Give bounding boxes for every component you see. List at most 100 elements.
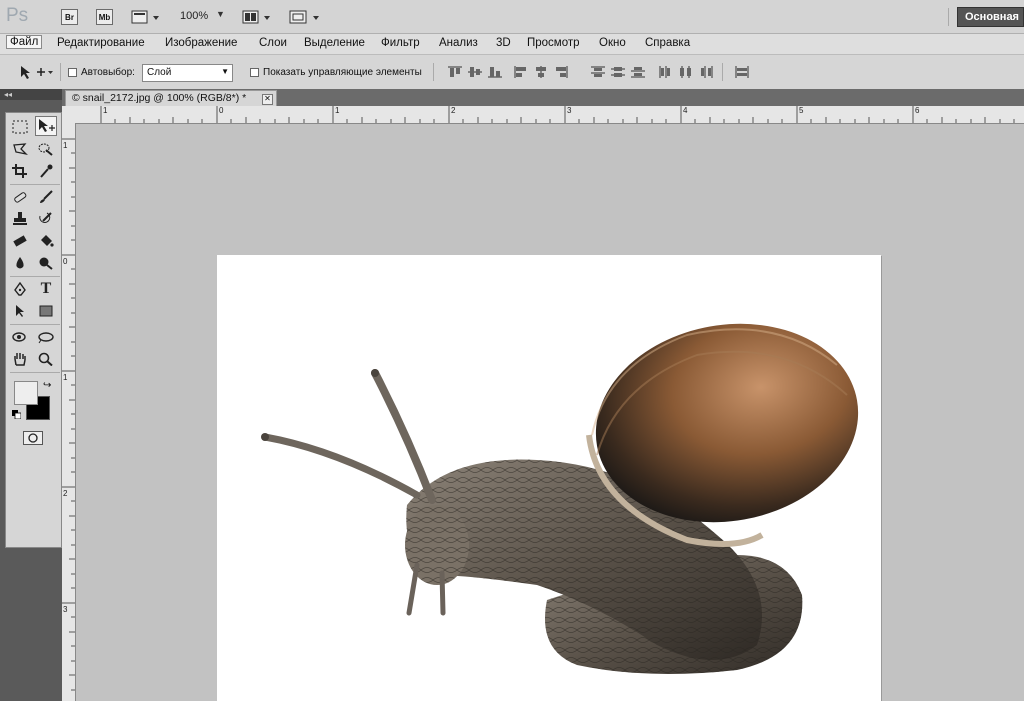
- history-brush-tool[interactable]: [35, 209, 57, 229]
- menu-image[interactable]: Изображение: [165, 37, 237, 49]
- align-left-icon[interactable]: [513, 65, 529, 79]
- align-right-icon[interactable]: [553, 65, 569, 79]
- auto-align-layers-icon[interactable]: [734, 65, 750, 79]
- bridge-button[interactable]: Br: [61, 9, 78, 25]
- tool-separator: [10, 184, 60, 185]
- dodge-tool[interactable]: [35, 253, 57, 273]
- paint-bucket-tool[interactable]: [35, 231, 57, 251]
- clone-stamp-tool[interactable]: [9, 209, 31, 229]
- rect-marquee-icon: [12, 120, 28, 134]
- ruler-label: 1: [103, 106, 108, 115]
- menu-view[interactable]: Просмотр: [527, 37, 580, 49]
- vertical-ruler[interactable]: 1 0 1 2 3: [62, 123, 76, 701]
- ruler-label: 6: [915, 106, 920, 115]
- 3d-orbit-tool[interactable]: [35, 327, 57, 347]
- align-vertical-center-icon[interactable]: [467, 65, 483, 79]
- tool-separator: [10, 324, 60, 325]
- distribute-right-icon[interactable]: [698, 65, 714, 79]
- menu-edit[interactable]: Редактирование: [57, 37, 145, 49]
- paint-bucket-icon: [41, 235, 54, 247]
- ruler-label: 4: [683, 106, 688, 115]
- workspace-switcher[interactable]: Основная: [957, 7, 1024, 27]
- document-canvas[interactable]: [217, 255, 881, 701]
- menu-layers[interactable]: Слои: [259, 37, 287, 49]
- lasso-tool[interactable]: [9, 139, 31, 159]
- mini-bridge-button[interactable]: Mb: [96, 9, 113, 25]
- quick-mask-button[interactable]: [23, 431, 43, 445]
- healing-brush-tool[interactable]: [9, 187, 31, 207]
- distribute-top-icon[interactable]: [590, 65, 606, 79]
- zoom-magnifier-icon: [38, 352, 53, 366]
- tool-separator: [10, 372, 60, 373]
- arrange-documents-icon: [242, 10, 270, 24]
- ruler-label: 2: [63, 489, 68, 498]
- quick-selection-tool[interactable]: [35, 139, 57, 159]
- screen-mode-button[interactable]: [288, 9, 322, 25]
- marquee-tool[interactable]: [9, 117, 31, 137]
- move-icon: [39, 119, 55, 132]
- menu-analysis[interactable]: Анализ: [439, 37, 478, 49]
- distribute-left-icon[interactable]: [658, 65, 674, 79]
- crop-icon: [12, 164, 27, 178]
- document-tab-bar: © snail_2172.jpg @ 100% (RGB/8*) * ✕: [62, 89, 1024, 106]
- 3d-rotate-icon: [12, 332, 26, 342]
- menu-window[interactable]: Окно: [599, 37, 626, 49]
- distribute-vertical-center-icon[interactable]: [610, 65, 626, 79]
- menu-bar: Файл Редактирование Изображение Слои Выд…: [0, 34, 1024, 55]
- rectangle-shape-icon: [39, 305, 53, 317]
- eraser-tool[interactable]: [9, 231, 31, 251]
- healing-brush-icon: [14, 192, 27, 203]
- close-icon[interactable]: ✕: [262, 94, 273, 105]
- eyedropper-tool[interactable]: [35, 161, 57, 181]
- menu-help[interactable]: Справка: [645, 37, 690, 49]
- align-top-icon[interactable]: [447, 65, 463, 79]
- collapse-panel-button[interactable]: ◂◂: [0, 89, 62, 100]
- menu-3d[interactable]: 3D: [496, 37, 511, 49]
- hand-tool[interactable]: [9, 349, 31, 369]
- auto-select-checkbox[interactable]: [68, 68, 77, 77]
- tool-preset-picker[interactable]: [18, 64, 54, 80]
- options-separator-3: [722, 63, 723, 81]
- blur-tool[interactable]: [9, 253, 31, 273]
- quick-selection-icon: [38, 143, 53, 156]
- view-extras-button[interactable]: [131, 9, 163, 25]
- default-colors-icon[interactable]: [12, 410, 22, 420]
- 3d-rotate-tool[interactable]: [9, 327, 31, 347]
- path-selection-icon: [16, 305, 24, 317]
- zoom-level[interactable]: 100%: [180, 10, 208, 22]
- distribute-horizontal-center-icon[interactable]: [678, 65, 694, 79]
- toolbox: T ↪: [5, 112, 62, 548]
- pen-tool[interactable]: [9, 279, 31, 299]
- auto-select-value: Слой: [147, 67, 172, 78]
- auto-select-dropdown[interactable]: Слой ▼: [142, 64, 233, 82]
- zoom-tool[interactable]: [35, 349, 57, 369]
- swap-colors-icon[interactable]: ↪: [43, 380, 51, 391]
- tool-separator: [10, 276, 60, 277]
- align-horizontal-center-icon[interactable]: [533, 65, 549, 79]
- arrange-documents-button[interactable]: [242, 9, 274, 25]
- menu-select[interactable]: Выделение: [304, 37, 365, 49]
- brush-tool[interactable]: [35, 187, 57, 207]
- type-tool[interactable]: T: [35, 279, 57, 299]
- crop-tool[interactable]: [9, 161, 31, 181]
- foreground-color-swatch[interactable]: [14, 381, 38, 405]
- path-selection-tool[interactable]: [9, 301, 31, 321]
- zoom-dropdown-arrow[interactable]: ▼: [216, 9, 225, 19]
- move-tool[interactable]: [35, 116, 57, 136]
- align-bottom-icon[interactable]: [487, 65, 503, 79]
- tools-panel: ◂◂ T ↪: [0, 89, 62, 701]
- horizontal-ruler-ticks: [100, 106, 1015, 123]
- menu-filter[interactable]: Фильтр: [381, 37, 420, 49]
- rectangle-tool[interactable]: [35, 301, 57, 321]
- show-controls-checkbox[interactable]: [250, 68, 259, 77]
- ruler-label: 2: [451, 106, 456, 115]
- menu-file[interactable]: Файл: [6, 35, 43, 49]
- options-separator-2: [433, 63, 434, 81]
- distribute-bottom-icon[interactable]: [630, 65, 646, 79]
- horizontal-ruler[interactable]: 1 0 1 2 3 4 5 6: [62, 106, 1024, 124]
- vertical-ruler-ticks: [62, 138, 75, 691]
- document-tab[interactable]: © snail_2172.jpg @ 100% (RGB/8*) * ✕: [65, 90, 277, 106]
- application-bar: Ps Br Mb 100% ▼ Основная: [0, 0, 1024, 34]
- brush-icon: [40, 190, 53, 203]
- snail-photo: [261, 323, 859, 674]
